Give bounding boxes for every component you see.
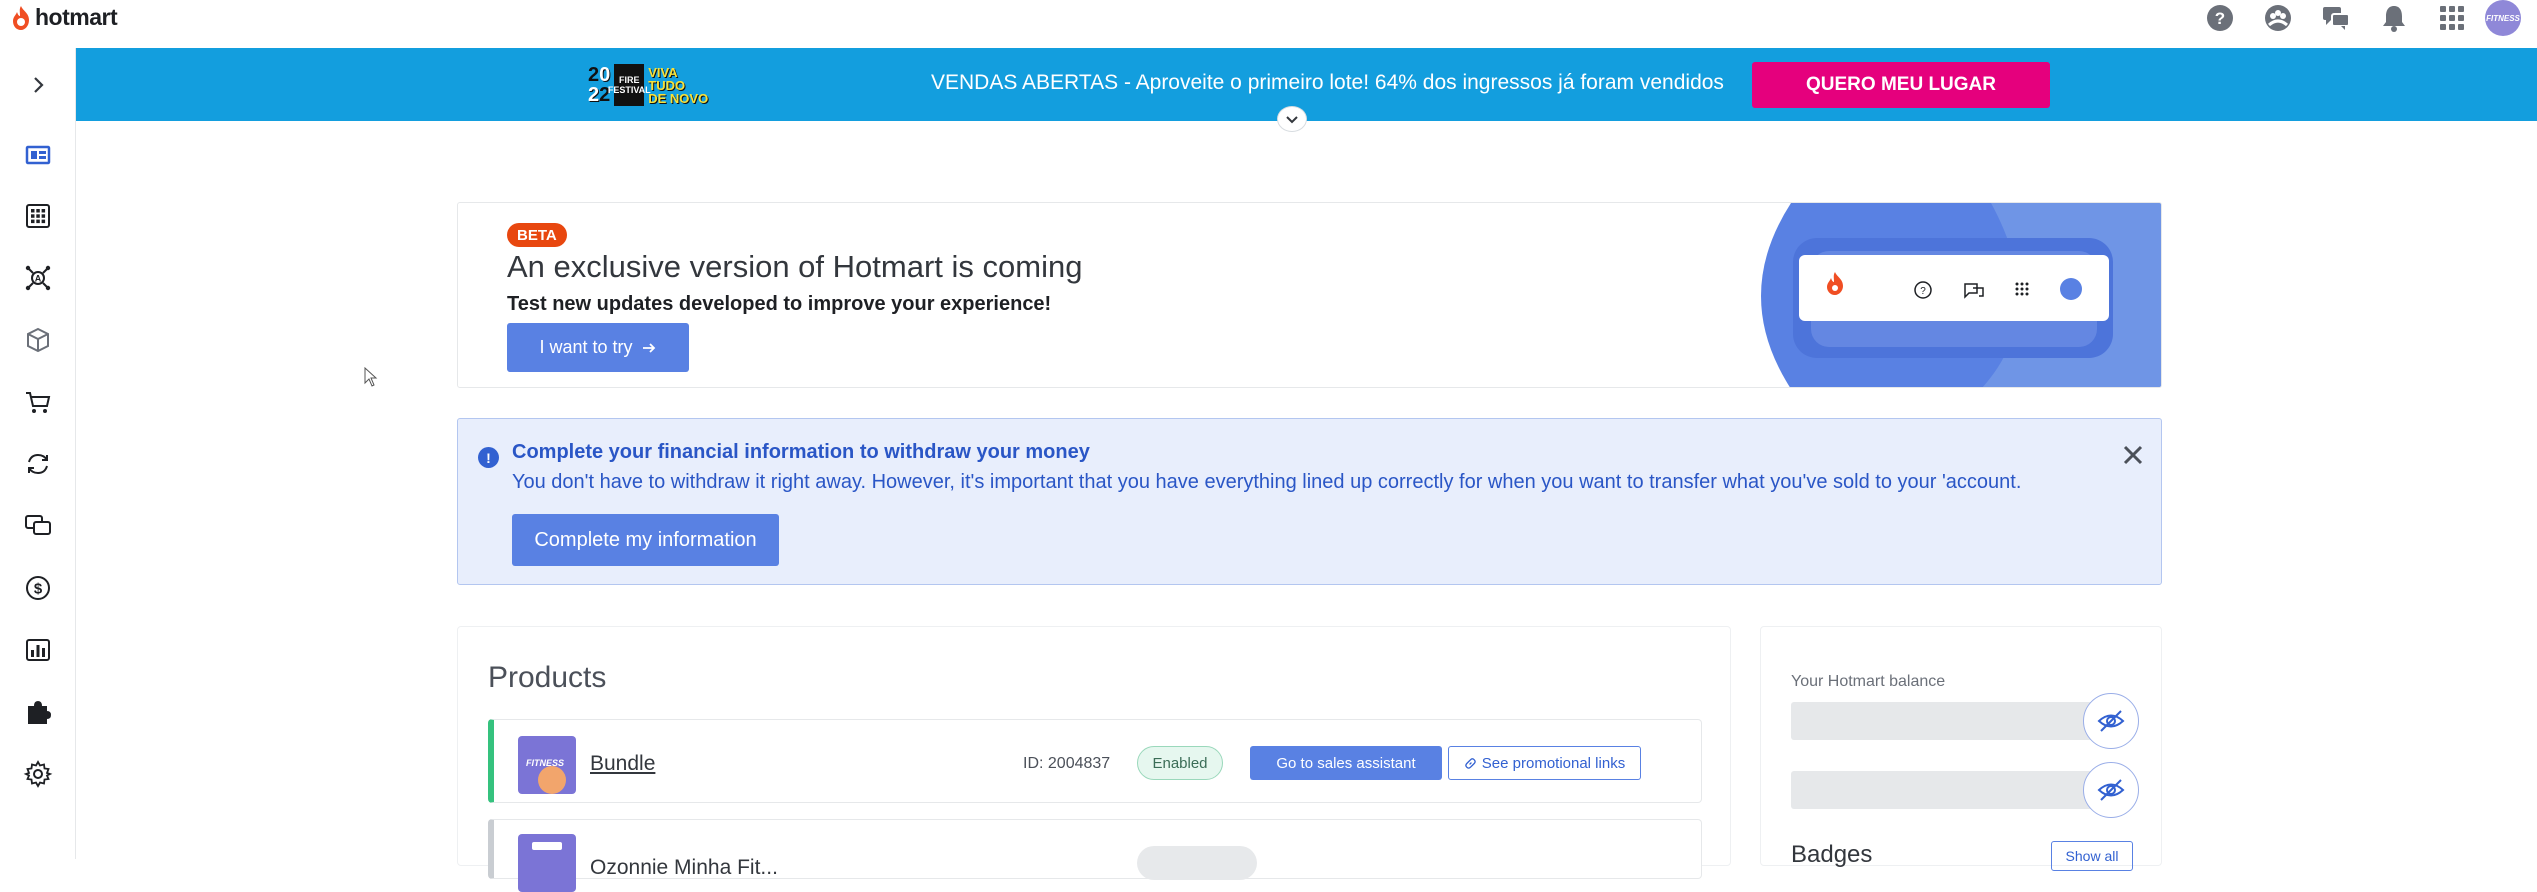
top-bar: hotmart ? FITNESS <box>0 0 2537 48</box>
product-thumbnail: FITNESS <box>518 736 576 794</box>
sidebar-item-affiliates[interactable]: A <box>0 258 75 298</box>
arrow-right-icon <box>642 342 655 353</box>
product-name-link[interactable]: Bundle <box>590 752 655 776</box>
eye-off-icon <box>2097 779 2125 801</box>
promo-banner: 20 22 FIRE FESTIVAL VIVA TUDO DE NOVO VE… <box>76 48 2537 121</box>
product-id: ID: 2004837 <box>1023 755 1111 772</box>
products-grid-icon <box>25 204 50 228</box>
sidebar-item-finance[interactable]: $ <box>0 568 75 608</box>
status-badge: Enabled <box>1137 746 1223 780</box>
eye-off-icon <box>2097 710 2125 732</box>
svg-text:$: $ <box>33 581 42 598</box>
cart-icon <box>25 392 50 413</box>
balance-secondary-hidden <box>1791 771 2103 809</box>
sidebar-item-dashboard[interactable] <box>0 135 75 175</box>
dashboard-icon <box>25 145 50 165</box>
product-name-link[interactable]: Ozonnie Minha Fit... <box>590 856 778 880</box>
sidebar-item-recurrence[interactable] <box>0 444 75 484</box>
alert-title: Complete your financial information to w… <box>512 441 1090 463</box>
finance-icon: $ <box>25 576 50 600</box>
try-beta-label: I want to try <box>539 337 633 357</box>
balance-label: Your Hotmart balance <box>1791 673 1946 690</box>
products-title: Products <box>488 661 607 694</box>
hotmart-logo[interactable]: hotmart <box>10 4 118 31</box>
alert-text: You don't have to withdraw it right away… <box>512 471 2022 493</box>
community-icon[interactable] <box>2249 0 2307 36</box>
banner-collapse-button[interactable] <box>1277 106 1307 132</box>
chevron-down-icon <box>1286 116 1298 124</box>
sales-assistant-button[interactable]: Go to sales assistant <box>1250 746 1442 780</box>
notifications-icon[interactable] <box>2365 0 2423 36</box>
sidebar-item-analytics[interactable] <box>0 630 75 670</box>
recurrence-icon <box>27 453 48 475</box>
avatar[interactable]: FITNESS <box>2481 0 2525 36</box>
tools-puzzle-icon <box>27 701 51 724</box>
info-icon: ! <box>478 447 499 468</box>
balance-value-hidden <box>1791 702 2103 740</box>
sidebar-item-products[interactable] <box>0 196 75 236</box>
product-row: Ozonnie Minha Fit... <box>488 819 1702 892</box>
try-beta-button[interactable]: I want to try <box>507 323 689 372</box>
svg-text:?: ? <box>2215 9 2225 28</box>
festival-tagline: VIVA TUDO DE NOVO <box>648 64 709 106</box>
festival-logo: 20 22 FIRE FESTIVAL VIVA TUDO DE NOVO <box>588 62 744 108</box>
financial-info-alert: ! Complete your financial information to… <box>457 418 2162 585</box>
sidebar-item-settings[interactable] <box>0 754 75 794</box>
banner-text: VENDAS ABERTAS - Aproveite o primeiro lo… <box>931 71 1724 94</box>
beta-subtitle: Test new updates developed to improve yo… <box>507 293 1052 315</box>
close-icon[interactable] <box>2119 441 2147 469</box>
chat-icon[interactable] <box>2307 0 2365 36</box>
toggle-visibility-button[interactable] <box>2083 762 2139 818</box>
sidebar-item-messages[interactable] <box>0 506 75 546</box>
sidebar-item-box[interactable] <box>0 320 75 360</box>
messages-icon <box>24 515 51 535</box>
affiliates-network-icon: A <box>25 265 50 291</box>
sidebar-item-tools[interactable] <box>0 692 75 732</box>
sidebar-item-sales[interactable] <box>0 382 75 422</box>
svg-text:A: A <box>34 274 41 284</box>
show-all-badges-button[interactable]: Show all <box>2051 841 2133 871</box>
product-thumbnail <box>518 834 576 892</box>
sidebar-expand[interactable] <box>0 65 75 105</box>
status-badge <box>1137 846 1257 880</box>
help-icon[interactable]: ? <box>2191 0 2249 36</box>
promotional-links-label: See promotional links <box>1481 754 1626 772</box>
toggle-visibility-button[interactable] <box>2083 693 2139 749</box>
badges-title: Badges <box>1791 841 1873 868</box>
mouse-cursor-icon <box>364 367 378 387</box>
apps-grid-icon[interactable] <box>2423 0 2481 36</box>
complete-info-button[interactable]: Complete my information <box>512 514 779 566</box>
svg-text:?: ? <box>1920 286 1926 297</box>
beta-illustration: ? <box>1761 203 2161 387</box>
balance-card: Your Hotmart balance Badges Show all <box>1760 626 2162 871</box>
brand-name: hotmart <box>35 4 118 30</box>
banner-cta-button[interactable]: QUERO MEU LUGAR <box>1752 62 2050 108</box>
promotional-links-button[interactable]: See promotional links <box>1448 746 1641 780</box>
link-icon <box>1464 757 1476 769</box>
beta-title: An exclusive version of Hotmart is comin… <box>507 249 1083 284</box>
products-card: Products FITNESS Bundle ID: 2004837 Enab… <box>457 626 1731 892</box>
analytics-icon <box>25 639 50 661</box>
festival-block: FIRE FESTIVAL <box>608 64 651 106</box>
chevron-right-icon <box>33 77 44 93</box>
sidebar: A $ <box>0 48 76 859</box>
avatar-label: FITNESS <box>2485 0 2521 36</box>
beta-badge: BETA <box>507 223 567 247</box>
box-icon <box>26 327 49 353</box>
flame-icon <box>13 5 29 30</box>
beta-card: BETA An exclusive version of Hotmart is … <box>457 202 2162 388</box>
top-icons: ? FITNESS <box>2191 0 2537 36</box>
settings-gear-icon <box>23 760 52 788</box>
product-row: FITNESS Bundle ID: 2004837 Enabled Go to… <box>488 719 1702 803</box>
